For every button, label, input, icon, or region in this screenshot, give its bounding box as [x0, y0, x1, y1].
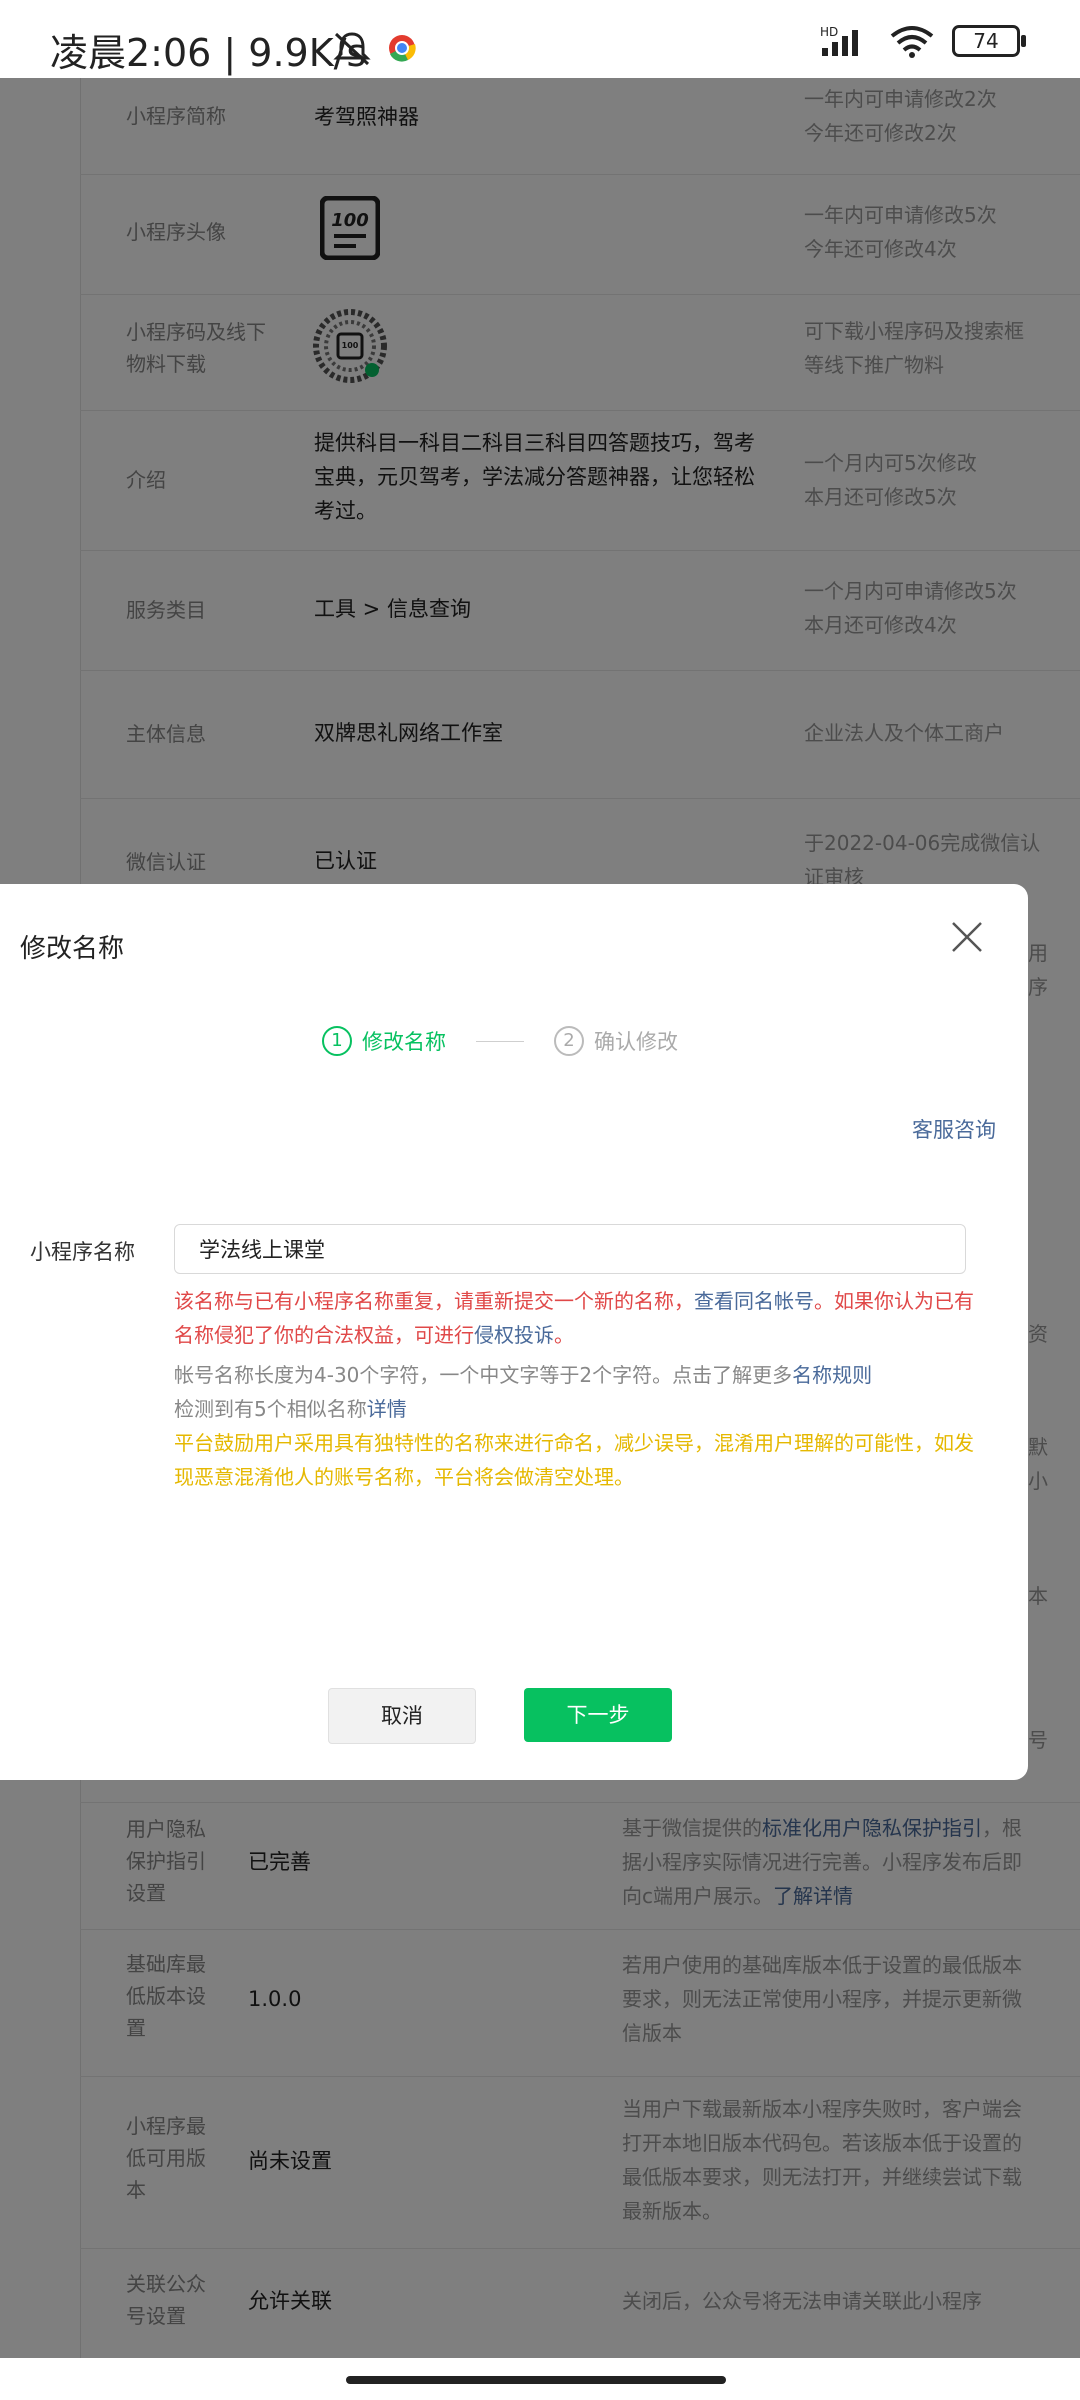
name-rules-tip: 帐号名称长度为4-30个字符，一个中文字等于2个字符。点击了解更多名称规则 检测…: [174, 1363, 873, 1421]
chrome-icon: [389, 35, 416, 62]
step-indicator: 1 修改名称 2 确认修改: [322, 1026, 678, 1056]
next-step-button[interactable]: 下一步: [524, 1688, 672, 1742]
name-input[interactable]: 学法线上课堂: [174, 1224, 966, 1274]
step-1-label: 修改名称: [362, 1030, 446, 1054]
name-field-label: 小程序名称: [30, 1240, 135, 1264]
cancel-button[interactable]: 取消: [328, 1688, 476, 1744]
customer-service-link[interactable]: 客服咨询: [912, 1114, 996, 1144]
signal-icon: HD: [820, 25, 858, 56]
close-icon[interactable]: [950, 920, 984, 954]
rename-dialog: 修改名称 1 修改名称 2 确认修改 客服咨询 小程序名称 学法线上课堂 该名称…: [0, 884, 1028, 1780]
dialog-title: 修改名称: [20, 934, 125, 964]
step-2-number: 2: [554, 1026, 584, 1056]
wifi-icon: [890, 26, 934, 58]
similar-names-detail-link[interactable]: 详情: [367, 1397, 407, 1421]
status-bar: 凌晨2:06 | 9.9K/s HD 74: [0, 0, 1080, 78]
svg-text:HD: HD: [820, 25, 838, 39]
duplicate-name-error: 该名称与已有小程序名称重复，请重新提交一个新的名称，查看同名帐号。如果你认为已有…: [174, 1289, 974, 1347]
step-1-number: 1: [322, 1026, 352, 1056]
home-handle[interactable]: [346, 2376, 726, 2384]
infringement-complaint-link[interactable]: 侵权投诉: [474, 1323, 554, 1347]
step-2-label: 确认修改: [594, 1030, 678, 1054]
status-time: 凌晨2:06 | 9.9K/s: [50, 31, 367, 75]
step-connector: [476, 1040, 524, 1042]
name-rules-link[interactable]: 名称规则: [792, 1363, 872, 1387]
mute-bell-icon: [333, 32, 371, 66]
view-same-name-link[interactable]: 查看同名帐号: [694, 1289, 814, 1313]
naming-warning: 平台鼓励用户采用具有独特性的名称来进行命名，减少误导，混淆用户理解的可能性，如发…: [174, 1431, 974, 1489]
gesture-bar: [0, 2358, 1080, 2400]
battery-indicator: 74: [952, 25, 1026, 57]
